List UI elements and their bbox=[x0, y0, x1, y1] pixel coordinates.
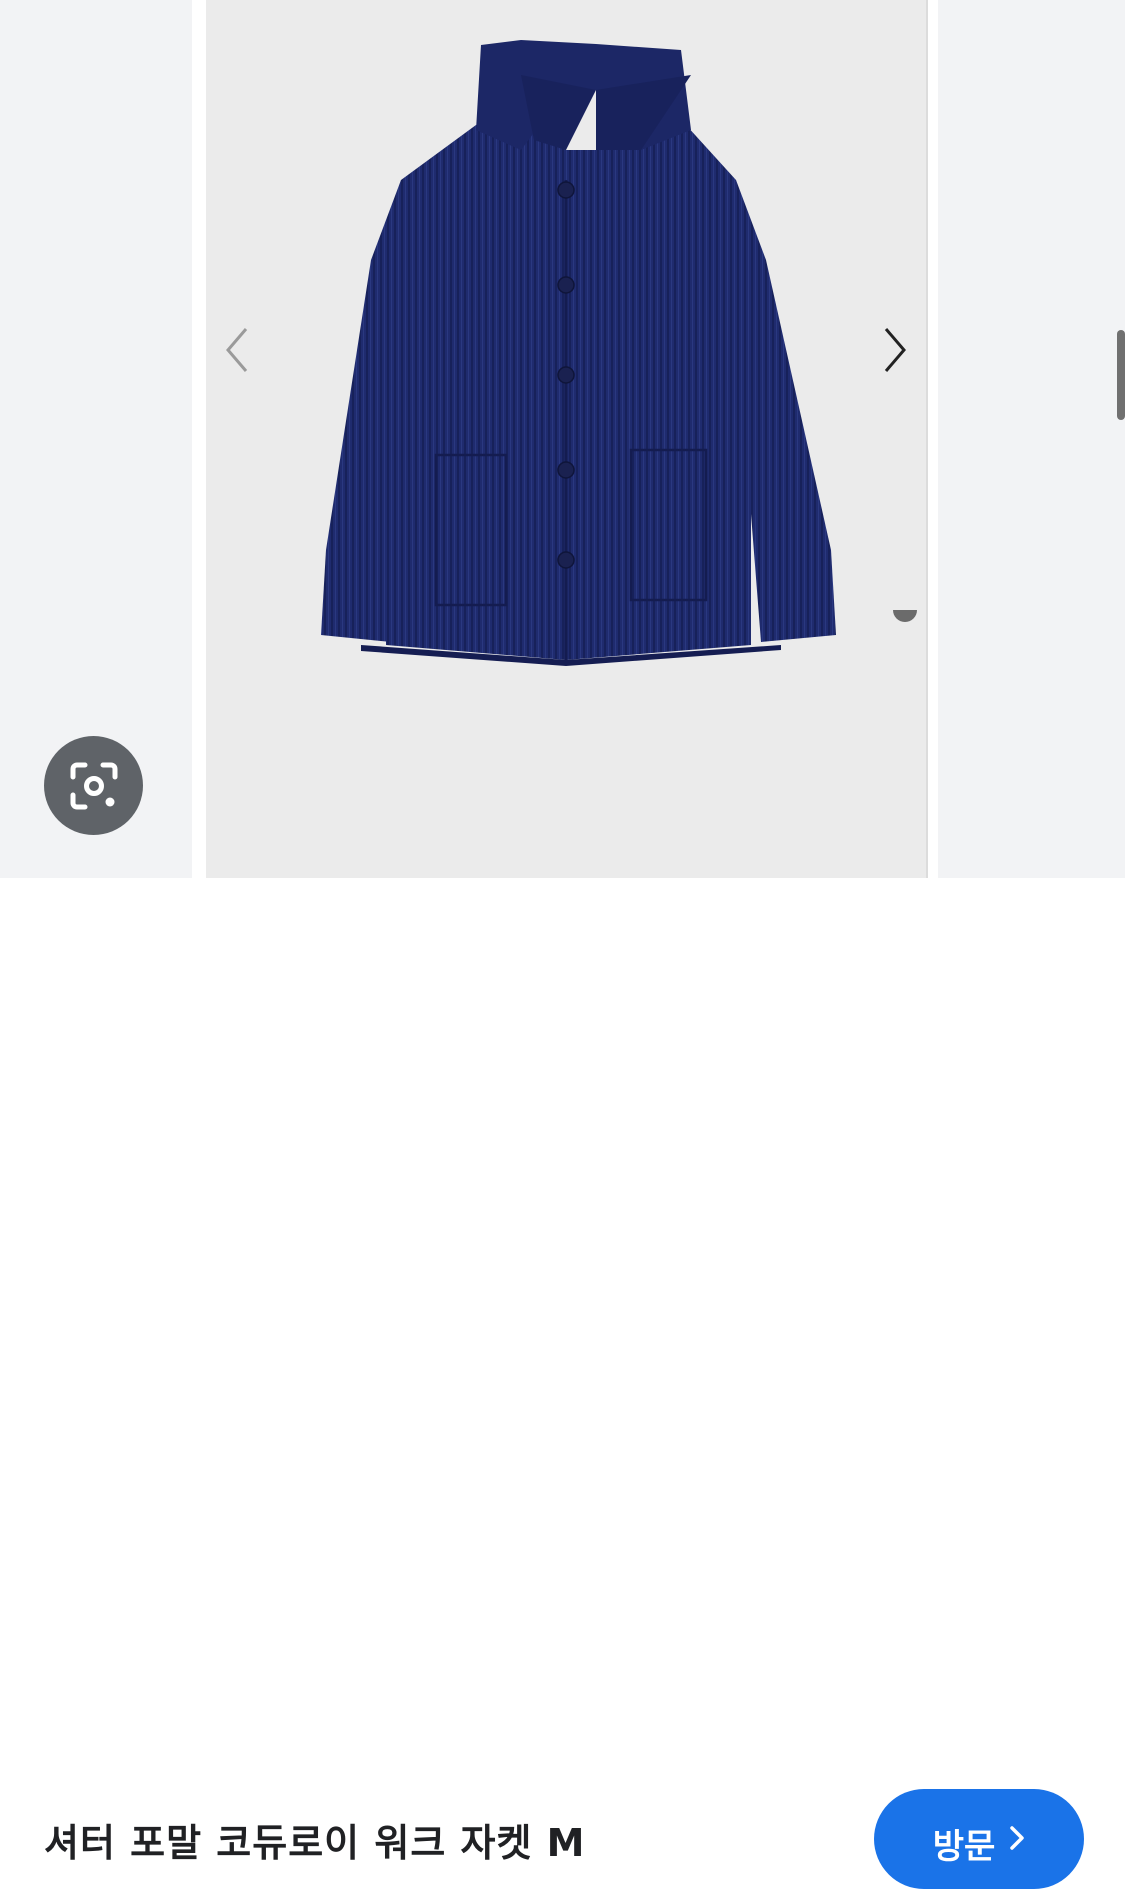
half-dot-icon bbox=[893, 610, 917, 622]
previous-image-button[interactable] bbox=[212, 320, 262, 380]
result-info-bar: 셔터 포말 코듀로이 워크 자켓 M 방문 bbox=[0, 878, 1125, 1889]
divider bbox=[926, 0, 928, 878]
chevron-right-icon bbox=[884, 328, 906, 372]
google-lens-button[interactable] bbox=[44, 736, 143, 835]
product-image[interactable] bbox=[296, 30, 856, 680]
chevron-left-icon bbox=[226, 328, 248, 372]
google-lens-icon bbox=[70, 762, 117, 809]
next-result-panel[interactable] bbox=[938, 0, 1125, 878]
product-title[interactable]: 셔터 포말 코듀로이 워크 자켓 M bbox=[44, 1812, 585, 1867]
visit-button[interactable]: 방문 bbox=[874, 1789, 1084, 1889]
next-image-button[interactable] bbox=[870, 320, 920, 380]
chevron-right-icon bbox=[1010, 1826, 1025, 1850]
scrollbar-thumb[interactable] bbox=[1117, 330, 1125, 420]
visit-button-label: 방문 bbox=[932, 1827, 996, 1867]
image-viewer bbox=[0, 0, 1125, 878]
product-image-gallery bbox=[206, 0, 926, 878]
